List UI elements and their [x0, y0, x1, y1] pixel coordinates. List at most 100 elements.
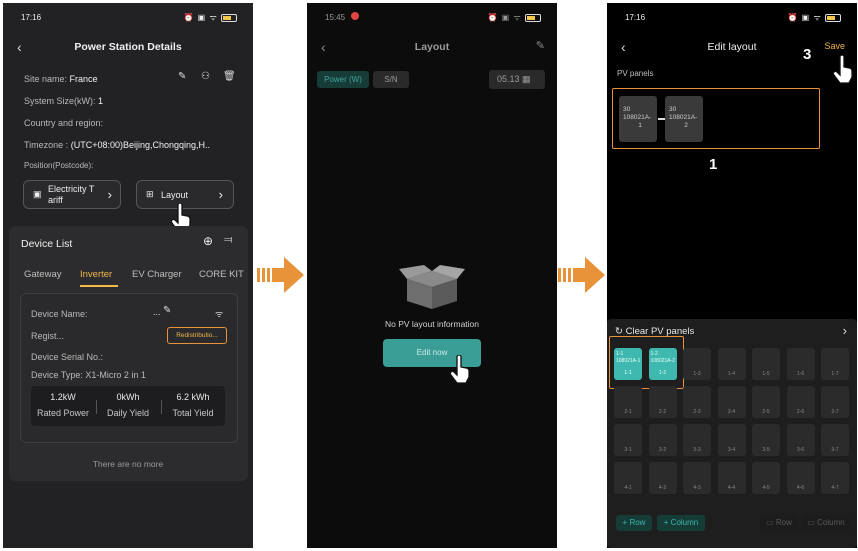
total-yield-value: 6.2 kWh [176, 392, 210, 402]
site-name-row: Site name: France [24, 74, 98, 84]
empty-state-text: No PV layout information [384, 319, 480, 329]
power-filter-chip[interactable]: Power (W) [317, 71, 369, 88]
page-title: Power Station Details [74, 41, 182, 53]
position-row: Position(Postcode): [24, 161, 93, 170]
tab-core-kit[interactable]: CORE KIT [199, 269, 244, 280]
empty-grid-slot[interactable]: 1-3 [683, 348, 711, 380]
user-settings-icon[interactable]: ⚇ [201, 71, 210, 82]
empty-grid-slot[interactable]: 2-2 [648, 386, 677, 418]
empty-grid-slot[interactable]: 1-6 [786, 348, 815, 380]
timezone-label: Timezone : [24, 140, 69, 150]
empty-grid-slot[interactable]: 3-2 [648, 424, 677, 456]
selected-pv-panel[interactable]: 1-2 108021A-2 1-2 [648, 348, 677, 380]
layout-screen: 15:45 ⏰ ▣ ᯤ ‹ Layout ✎ Power (W) S/N 05.… [307, 3, 557, 548]
regist-label: Regist... [31, 331, 65, 341]
empty-grid-slot[interactable]: 4-4 [717, 462, 746, 494]
add-column-button[interactable]: + Column [657, 515, 705, 531]
timezone-row: Timezone : (UTC+08:00)Beijing,Chongqing,… [24, 140, 210, 150]
save-button[interactable]: Save [824, 41, 845, 51]
empty-grid-slot[interactable]: 3-3 [683, 424, 711, 456]
empty-grid-slot[interactable]: 2-3 [683, 386, 711, 418]
timezone-value: (UTC+08:00)Beijing,Chongqing,H.. [70, 140, 211, 150]
electricity-tariff-button[interactable]: ▣ Electricity T ariff › [23, 180, 121, 209]
panel-connector [658, 118, 665, 120]
empty-grid-slot[interactable]: 1-5 [752, 348, 780, 380]
empty-grid-slot[interactable]: 3-4 [717, 424, 746, 456]
date-picker[interactable]: 05.13 ▦ [489, 70, 545, 89]
tariff-label: Electricity T ariff [48, 184, 95, 205]
edit-icon[interactable]: ✎ [178, 71, 186, 82]
sn-filter-chip[interactable]: S/N [373, 71, 409, 88]
chevron-right-icon[interactable]: › [843, 323, 847, 338]
site-name-label: Site name: [24, 74, 68, 84]
empty-grid-slot[interactable]: 3-1 [614, 424, 642, 456]
status-time: 17:16 [21, 13, 42, 22]
daily-yield-stat: 0kWh Daily Yield [96, 392, 160, 418]
status-time: 17:16 [625, 13, 646, 22]
country-label: Country and region: [24, 118, 104, 128]
delete-row-button[interactable]: ▭ Row [760, 515, 798, 531]
empty-grid-slot[interactable]: 4-1 [614, 462, 642, 494]
step-3-label: 3 [803, 46, 812, 63]
redistribution-button[interactable]: Redistributio... [167, 327, 227, 344]
placed-pv-panel[interactable]: 30 108021A- 1 [619, 96, 657, 142]
battery-icon [825, 13, 841, 22]
system-size-row: System Size(kW): 1 [24, 96, 103, 106]
page-title: Edit layout [707, 41, 757, 53]
empty-grid-slot[interactable]: 1-7 [821, 348, 849, 380]
empty-grid-slot[interactable]: 4-3 [683, 462, 711, 494]
empty-grid-slot[interactable]: 2-1 [614, 386, 642, 418]
edit-name-icon[interactable]: ✎ [163, 305, 171, 316]
status-icons: ⏰ ▣ ᯤ [184, 12, 237, 23]
total-yield-stat: 6.2 kWh Total Yield [161, 392, 225, 418]
empty-grid-slot[interactable]: 4-7 [821, 462, 849, 494]
empty-grid-slot[interactable]: 2-6 [786, 386, 815, 418]
tab-inverter[interactable]: Inverter [80, 269, 112, 280]
tab-gateway[interactable]: Gateway [24, 269, 62, 280]
empty-grid-slot[interactable]: 4-6 [786, 462, 815, 494]
active-tab-indicator [80, 285, 118, 287]
empty-grid-slot[interactable]: 3-6 [786, 424, 815, 456]
tariff-icon: ▣ [33, 189, 42, 199]
edit-layout-screen: 17:16 ⏰ ▣ ᯤ ‹ Edit layout Save 3 PV pane… [607, 3, 857, 548]
status-icons: ⏰ ▣ ᯤ [788, 12, 841, 23]
empty-grid-slot[interactable]: 4-2 [648, 462, 677, 494]
empty-grid-slot[interactable]: 1-4 [717, 348, 746, 380]
selected-pv-panel[interactable]: 1-1 108021A-1 1-1 [614, 348, 642, 380]
serial-number-row: Device Serial No.: [31, 352, 104, 362]
daily-yield-value: 0kWh [116, 392, 140, 402]
edit-icon[interactable]: ✎ [536, 39, 545, 52]
country-row: Country and region: [24, 118, 103, 128]
device-list-title: Device List [21, 238, 73, 250]
tab-ev-charger[interactable]: EV Charger [132, 269, 182, 280]
chevron-right-icon: › [218, 187, 223, 202]
empty-grid-slot[interactable]: 4-5 [752, 462, 780, 494]
power-station-details-screen: 17:16 ⏰ ▣ ᯤ ‹ Power Station Details Site… [3, 3, 253, 548]
flow-arrow-icon [257, 257, 304, 293]
filter-icon[interactable]: ⫤ [224, 234, 232, 247]
empty-grid-slot[interactable]: 2-5 [752, 386, 780, 418]
site-name-value: France [69, 74, 98, 84]
rated-power-stat: 1.2kW Rated Power [31, 392, 95, 418]
header: ‹ Layout ✎ [307, 33, 557, 61]
record-icon [351, 12, 359, 20]
empty-grid-slot[interactable]: 3-5 [752, 424, 780, 456]
chevron-right-icon: › [107, 187, 112, 202]
device-name-value: ... [153, 307, 161, 317]
grid-icon: ⊞ [146, 189, 154, 199]
add-row-button[interactable]: + Row [616, 515, 652, 531]
battery-icon [221, 13, 237, 22]
delete-icon[interactable]: 🗑 [223, 71, 236, 82]
battery-icon [525, 13, 541, 22]
device-type-row: Device Type: X1-Micro 2 in 1 [31, 370, 146, 380]
placed-pv-panel[interactable]: 30 108021A- 2 [665, 96, 703, 142]
status-icons: ⏰ ▣ ᯤ [488, 12, 541, 23]
empty-grid-slot[interactable]: 2-7 [821, 386, 849, 418]
empty-grid-slot[interactable]: 2-4 [717, 386, 746, 418]
add-circle-icon[interactable]: ⊕ [203, 234, 213, 248]
pv-panels-label: PV panels [617, 69, 654, 78]
delete-column-button[interactable]: ▭ Column [802, 515, 850, 531]
empty-grid-slot[interactable]: 3-7 [821, 424, 849, 456]
calendar-icon: ▦ [522, 74, 531, 84]
page-title: Layout [414, 41, 450, 53]
